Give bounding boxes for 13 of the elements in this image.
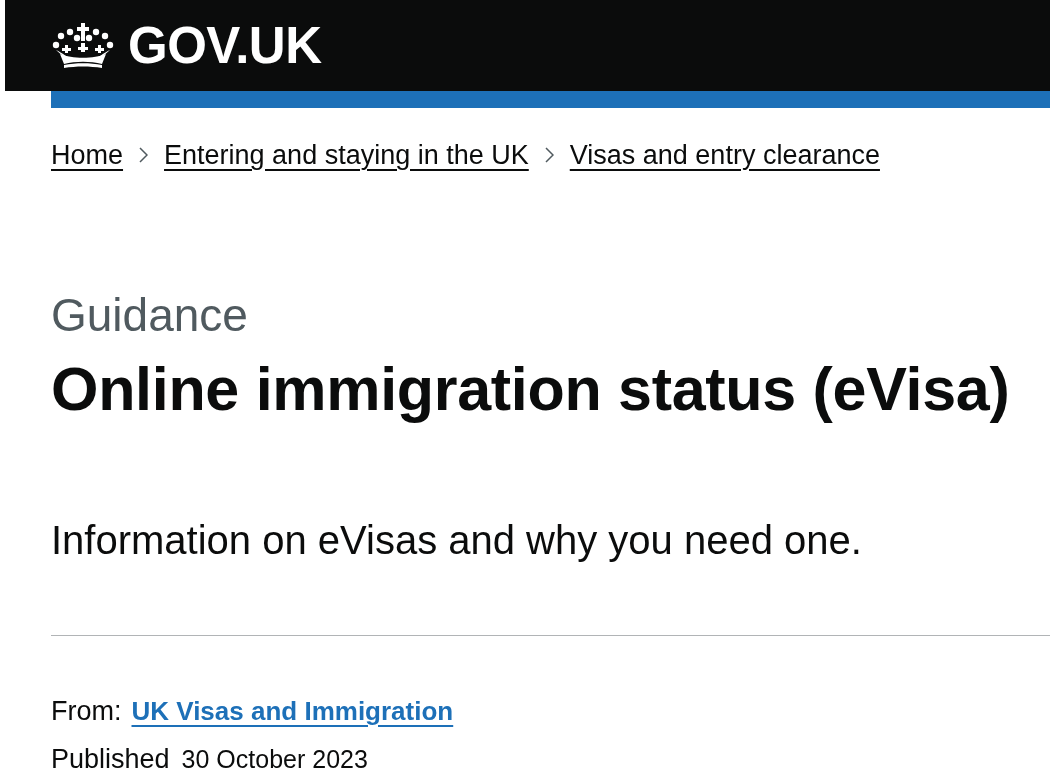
chevron-right-icon [544,147,554,163]
govuk-logo-link[interactable]: GOV.UK [52,20,322,71]
page-caption: Guidance [51,292,248,338]
crown-icon [52,22,114,69]
breadcrumb-link[interactable]: Entering and staying in the UK [164,141,529,169]
breadcrumb-link[interactable]: Visas and entry clearance [569,141,880,169]
chevron-right-icon [139,147,149,163]
published-label: Published [51,746,170,773]
organisation-link[interactable]: UK Visas and Immigration [131,698,454,724]
lead-paragraph: Information on eVisas and why you need one. [51,520,862,560]
published-date: 30 October 2023 [181,747,368,772]
from-label: From: [51,698,122,725]
breadcrumb-link[interactable]: Home [51,141,124,169]
